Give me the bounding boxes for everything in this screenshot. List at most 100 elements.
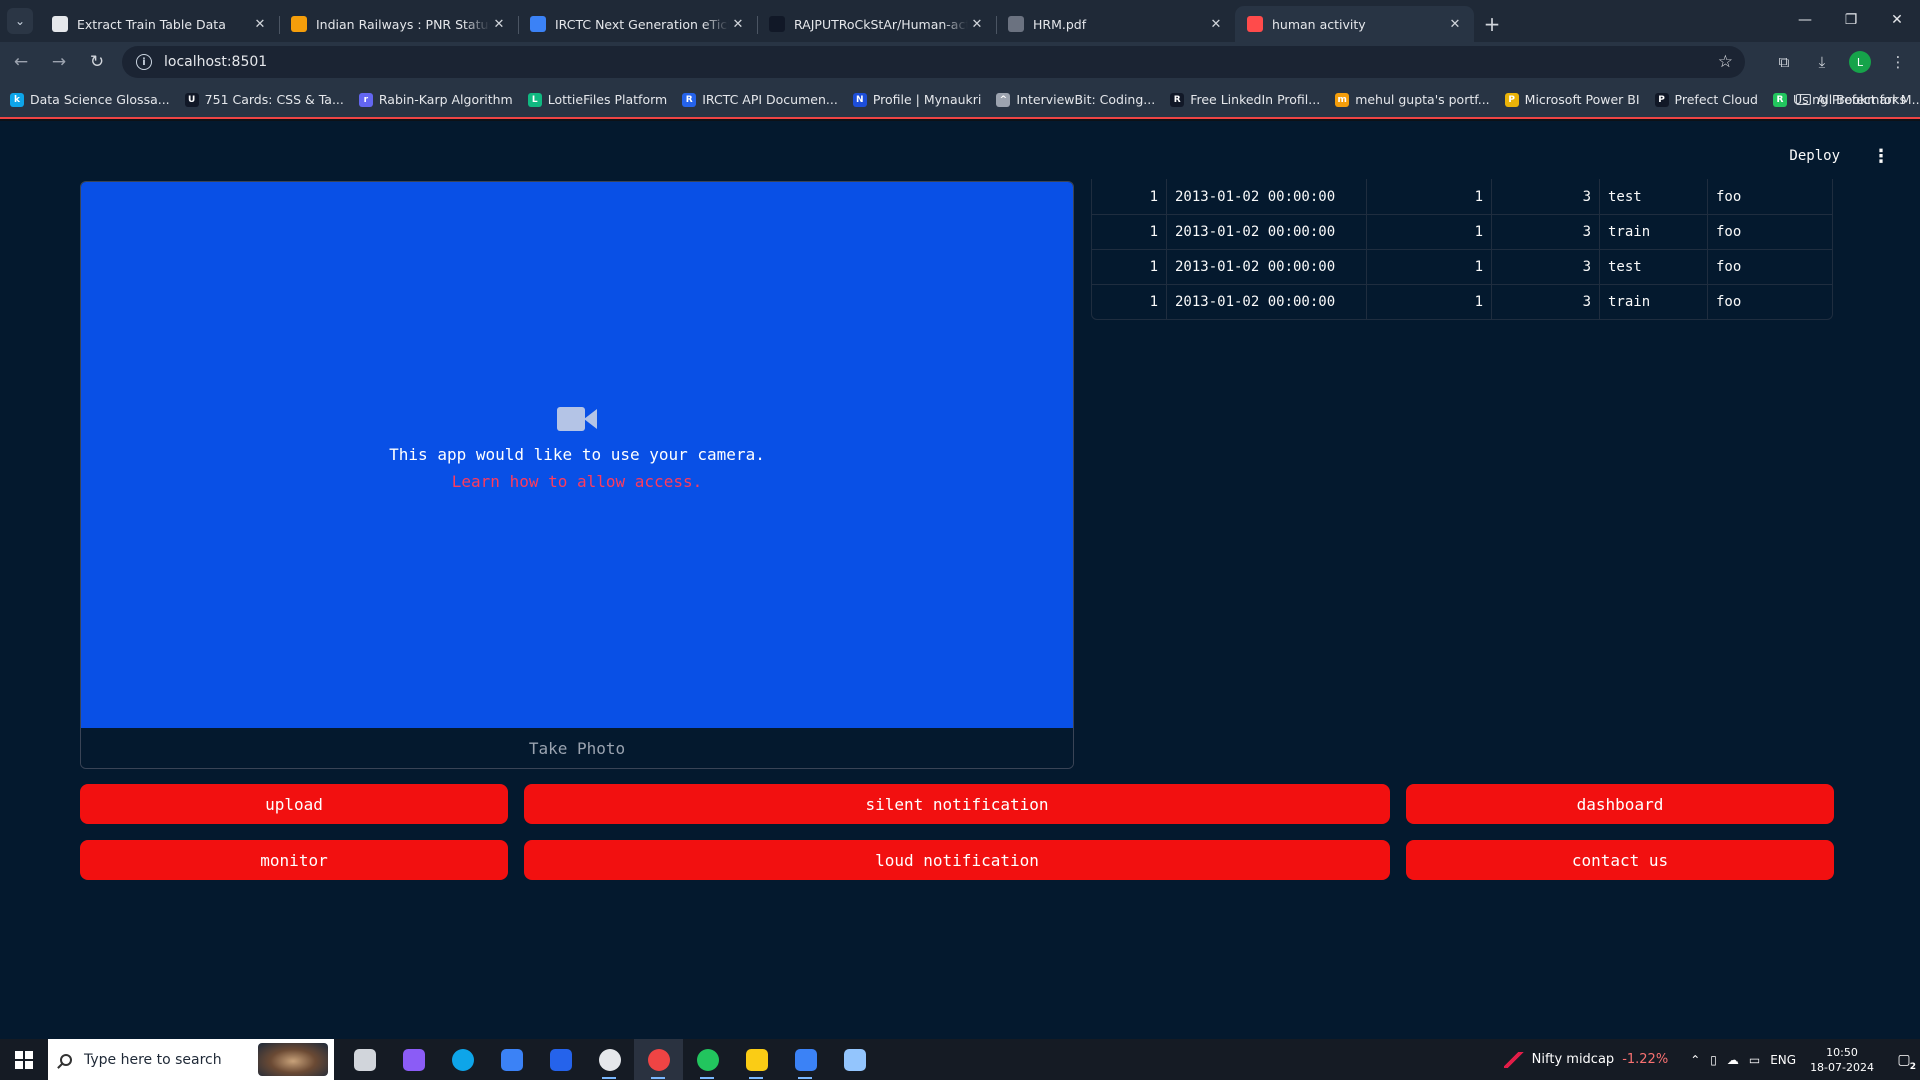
data-table[interactable]: 1 2013-01-02 00:00:00 1 3 test foo 1 2013-01-02…: [1091, 179, 1833, 320]
notepad-icon[interactable]: [830, 1039, 879, 1080]
table-cell[interactable]: 1: [1366, 215, 1491, 249]
vscode-icon[interactable]: [781, 1039, 830, 1080]
browser-tab[interactable]: Extract Train Table Data ✕: [40, 6, 279, 42]
browser-menu-icon[interactable]: ⋮: [1882, 46, 1914, 78]
table-cell[interactable]: test: [1599, 250, 1707, 284]
bookmark-item[interactable]: U 751 Cards: CSS & Ta...: [184, 92, 344, 107]
site-info-icon[interactable]: i: [136, 54, 152, 70]
network-icon[interactable]: ▭: [1749, 1053, 1760, 1067]
spotify-icon[interactable]: [683, 1039, 732, 1080]
extensions-icon[interactable]: ⧉: [1768, 46, 1800, 78]
dashboard-button[interactable]: dashboard: [1406, 784, 1834, 824]
close-tab-icon[interactable]: ✕: [251, 17, 269, 32]
bookmark-item[interactable]: k Data Science Glossa...: [10, 92, 170, 107]
bookmark-item[interactable]: L LottieFiles Platform: [527, 92, 667, 107]
deploy-button[interactable]: Deploy: [1777, 142, 1852, 170]
tab-title: Extract Train Table Data: [77, 16, 226, 32]
copilot-icon[interactable]: [389, 1039, 438, 1080]
close-tab-icon[interactable]: ✕: [968, 17, 986, 32]
table-cell[interactable]: 1: [1366, 285, 1491, 319]
table-cell[interactable]: 3: [1491, 215, 1599, 249]
new-tab-button[interactable]: +: [1474, 6, 1510, 42]
take-photo-button[interactable]: Take Photo: [81, 728, 1073, 768]
bookmark-item[interactable]: ^ InterviewBit: Coding...: [996, 92, 1155, 107]
table-cell[interactable]: 1: [1092, 285, 1166, 319]
monitor-button[interactable]: monitor: [80, 840, 508, 880]
browser-tab[interactable]: human activity ✕: [1235, 6, 1474, 42]
table-cell[interactable]: 1: [1092, 250, 1166, 284]
profile-avatar[interactable]: L: [1849, 51, 1871, 73]
loud-notification-button[interactable]: loud notification: [524, 840, 1390, 880]
minimize-button[interactable]: —: [1782, 0, 1828, 40]
close-tab-icon[interactable]: ✕: [490, 17, 508, 32]
store-icon[interactable]: [487, 1039, 536, 1080]
clock[interactable]: 10:50 18-07-2024: [1810, 1045, 1874, 1075]
stock-ticker-widget[interactable]: Nifty midcap -1.22%: [1503, 1051, 1669, 1068]
close-tab-icon[interactable]: ✕: [1446, 17, 1464, 32]
close-window-button[interactable]: ✕: [1874, 0, 1920, 40]
bookmark-item[interactable]: P Prefect Cloud: [1654, 92, 1758, 107]
browser-tab[interactable]: RAJPUTRoCkStAr/Human-activity✕: [757, 6, 996, 42]
bookmark-favicon-icon: P: [1654, 92, 1669, 107]
browser-tab[interactable]: Indian Railways : PNR Status ✕: [279, 6, 518, 42]
chrome-icon[interactable]: [634, 1039, 683, 1080]
bookmark-item[interactable]: N Profile | Mynaukri: [852, 92, 981, 107]
contact-us-button[interactable]: contact us: [1406, 840, 1834, 880]
bookmark-item[interactable]: P Microsoft Power BI: [1504, 92, 1640, 107]
notification-center-button[interactable]: ▢ 2: [1888, 1039, 1920, 1080]
taskbar-search-box[interactable]: Type here to search: [48, 1039, 334, 1080]
video-camera-icon: [557, 406, 597, 431]
table-cell[interactable]: test: [1599, 179, 1707, 214]
bookmark-item[interactable]: m mehul gupta's portf...: [1335, 92, 1490, 107]
bookmark-item[interactable]: r Rabin-Karp Algorithm: [358, 92, 513, 107]
table-cell[interactable]: 1: [1092, 215, 1166, 249]
table-cell[interactable]: 3: [1491, 250, 1599, 284]
table-cell[interactable]: foo: [1707, 285, 1832, 319]
table-cell[interactable]: foo: [1707, 215, 1832, 249]
start-button[interactable]: [0, 1039, 48, 1080]
table-cell[interactable]: 3: [1491, 285, 1599, 319]
close-tab-icon[interactable]: ✕: [729, 17, 747, 32]
task-view-icon[interactable]: [340, 1039, 389, 1080]
ticker-change: -1.22%: [1622, 1052, 1669, 1067]
table-cell[interactable]: 3: [1491, 179, 1599, 214]
table-cell[interactable]: 2013-01-02 00:00:00: [1166, 250, 1366, 284]
upload-button[interactable]: upload: [80, 784, 508, 824]
table-cell[interactable]: 2013-01-02 00:00:00: [1166, 215, 1366, 249]
browser-tab[interactable]: IRCTC Next Generation eTicketing✕: [518, 6, 757, 42]
table-cell[interactable]: 2013-01-02 00:00:00: [1166, 285, 1366, 319]
github-desktop-icon[interactable]: [585, 1039, 634, 1080]
device-icon[interactable]: ▯: [1710, 1053, 1717, 1067]
table-cell[interactable]: foo: [1707, 250, 1832, 284]
language-indicator[interactable]: ENG: [1770, 1053, 1796, 1067]
forward-button[interactable]: →: [42, 45, 76, 79]
all-bookmarks-button[interactable]: All Bookmarks: [1795, 92, 1906, 107]
cloud-icon[interactable]: ☁: [1727, 1053, 1739, 1067]
table-cell[interactable]: 1: [1366, 179, 1491, 214]
table-cell[interactable]: train: [1599, 285, 1707, 319]
app-menu-icon[interactable]: ⋮: [1872, 146, 1890, 167]
table-cell[interactable]: foo: [1707, 179, 1832, 214]
file-explorer-icon[interactable]: [732, 1039, 781, 1080]
restore-button[interactable]: ❐: [1828, 0, 1874, 40]
bookmark-item[interactable]: R IRCTC API Documen...: [682, 92, 838, 107]
download-icon[interactable]: ⤓: [1806, 46, 1838, 78]
back-button[interactable]: ←: [4, 45, 38, 79]
bookmark-item[interactable]: R Free LinkedIn Profil...: [1170, 92, 1320, 107]
tab-search-button[interactable]: ⌄: [0, 0, 40, 42]
table-cell[interactable]: 1: [1366, 250, 1491, 284]
address-bar[interactable]: i localhost:8501 ☆: [122, 46, 1745, 78]
reload-button[interactable]: ↻: [80, 45, 114, 79]
edge-icon[interactable]: [438, 1039, 487, 1080]
table-cell[interactable]: 2013-01-02 00:00:00: [1166, 179, 1366, 214]
tab-title: Indian Railways : PNR Status: [316, 16, 490, 32]
browser-tab[interactable]: HRM.pdf ✕: [996, 6, 1235, 42]
table-cell[interactable]: 1: [1092, 179, 1166, 214]
chevron-up-icon[interactable]: ⌃: [1690, 1053, 1700, 1067]
allow-access-link[interactable]: Learn how to allow access.: [452, 472, 702, 491]
mail-icon[interactable]: [536, 1039, 585, 1080]
silent-notification-button[interactable]: silent notification: [524, 784, 1390, 824]
bookmark-star-icon[interactable]: ☆: [1718, 52, 1733, 72]
table-cell[interactable]: train: [1599, 215, 1707, 249]
close-tab-icon[interactable]: ✕: [1207, 17, 1225, 32]
